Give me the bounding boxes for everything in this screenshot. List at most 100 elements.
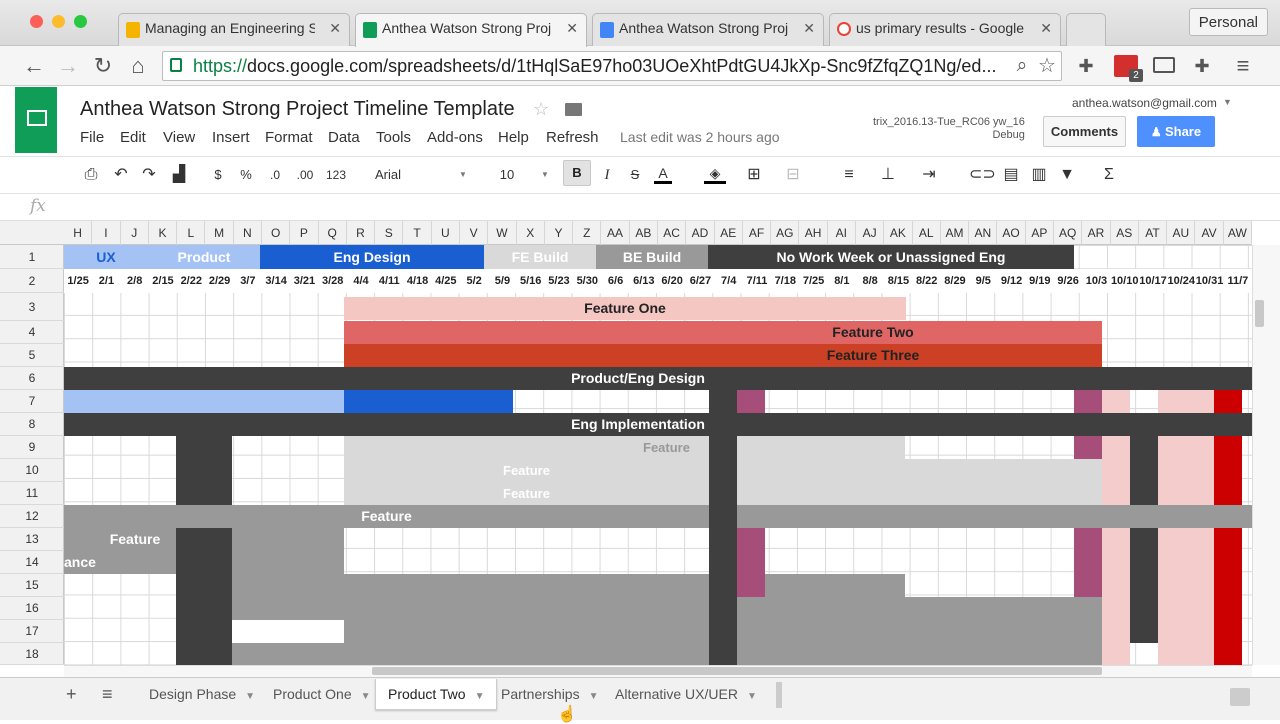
column-header-cell[interactable]: AN bbox=[969, 221, 998, 245]
column-header-cell[interactable]: AP bbox=[1026, 221, 1054, 245]
row-header-cell[interactable]: 17 bbox=[0, 620, 64, 643]
feature-bar-light[interactable]: Feature bbox=[344, 482, 709, 505]
row-header-cell[interactable]: 3 bbox=[0, 293, 64, 321]
column-header-cell[interactable]: H bbox=[64, 221, 93, 245]
row-header-cell[interactable]: 4 bbox=[0, 321, 64, 344]
row-header-cell[interactable]: 15 bbox=[0, 574, 64, 597]
feature-one-bar[interactable]: Feature One bbox=[344, 297, 906, 320]
date-label[interactable]: 2/15 bbox=[149, 270, 177, 292]
medium-gray-block[interactable] bbox=[232, 643, 344, 665]
date-label[interactable]: 1/25 bbox=[64, 270, 92, 292]
column-header-cell[interactable]: AD bbox=[686, 221, 715, 245]
account-email[interactable]: anthea.watson@gmail.com bbox=[1072, 96, 1217, 110]
browser-tab-active[interactable]: Anthea Watson Strong Proj ✕ bbox=[355, 13, 587, 47]
medium-gray-block[interactable] bbox=[737, 505, 1252, 528]
pink-column-block[interactable] bbox=[1158, 436, 1214, 665]
row7-purple-cell[interactable] bbox=[737, 390, 765, 413]
date-label[interactable]: 7/4 bbox=[715, 270, 743, 292]
row-header-cell[interactable]: 16 bbox=[0, 597, 64, 620]
menu-refresh[interactable]: Refresh bbox=[546, 129, 599, 146]
date-label[interactable]: 5/16 bbox=[517, 270, 545, 292]
column-header-cell[interactable]: V bbox=[460, 221, 489, 245]
column-header-cell[interactable]: J bbox=[121, 221, 149, 245]
column-header-cell[interactable]: AS bbox=[1111, 221, 1139, 245]
align-horizontal-icon[interactable]: ≡ bbox=[838, 164, 860, 186]
row7-pink-cell[interactable] bbox=[1158, 390, 1214, 413]
extension-puzzle-icon[interactable]: ✚ bbox=[1072, 52, 1100, 80]
close-tab-icon[interactable]: ✕ bbox=[566, 20, 578, 37]
vertical-scroll-thumb[interactable] bbox=[1255, 300, 1264, 327]
column-header-cell[interactable]: AH bbox=[799, 221, 828, 245]
column-header-cell[interactable]: AU bbox=[1167, 221, 1196, 245]
date-label[interactable]: 5/9 bbox=[488, 270, 516, 292]
cast-icon[interactable] bbox=[1153, 57, 1175, 73]
column-header-cell[interactable]: AK bbox=[884, 221, 913, 245]
close-tab-icon[interactable]: ✕ bbox=[329, 20, 341, 37]
column-header-cell[interactable]: T bbox=[403, 221, 432, 245]
dark-column-block[interactable] bbox=[1130, 436, 1158, 643]
date-label[interactable]: 10/24 bbox=[1167, 270, 1196, 292]
bold-button[interactable]: B bbox=[563, 160, 591, 186]
font-dropdown-icon[interactable]: ▼ bbox=[458, 164, 468, 186]
column-header-cell[interactable]: AA bbox=[601, 221, 630, 245]
menu-tools[interactable]: Tools bbox=[376, 129, 411, 146]
menu-insert[interactable]: Insert bbox=[212, 129, 250, 146]
medium-gray-block[interactable] bbox=[737, 597, 1102, 665]
horizontal-scroll-thumb[interactable] bbox=[372, 667, 1102, 675]
row7-product-block[interactable] bbox=[64, 390, 344, 413]
account-dropdown-icon[interactable]: ▼ bbox=[1223, 97, 1232, 107]
back-icon[interactable]: ← bbox=[20, 52, 48, 80]
row7-red-cell[interactable] bbox=[1214, 390, 1242, 413]
column-header-cell[interactable]: L bbox=[177, 221, 206, 245]
row-header-cell[interactable]: 1 bbox=[0, 245, 64, 269]
row7-eng-block[interactable] bbox=[344, 390, 513, 413]
date-label[interactable]: 3/28 bbox=[319, 270, 347, 292]
fill-color-icon[interactable]: ◈ bbox=[704, 164, 726, 184]
folder-icon[interactable] bbox=[565, 103, 582, 116]
date-label[interactable]: 6/6 bbox=[601, 270, 629, 292]
date-label[interactable]: 8/15 bbox=[884, 270, 912, 292]
star-icon[interactable]: ☆ bbox=[1033, 52, 1061, 80]
reload-icon[interactable]: ↻ bbox=[89, 52, 117, 80]
date-label[interactable]: 2/8 bbox=[121, 270, 149, 292]
pink-column-block[interactable] bbox=[1102, 436, 1130, 665]
maximize-window-icon[interactable] bbox=[74, 15, 87, 28]
medium-gray-block[interactable] bbox=[344, 620, 709, 665]
align-vertical-icon[interactable]: ⊥ bbox=[877, 164, 899, 186]
menu-view[interactable]: View bbox=[163, 129, 195, 146]
column-header-cell[interactable]: S bbox=[375, 221, 404, 245]
phase-no-work[interactable]: No Work Week or Unassigned Eng bbox=[708, 245, 1074, 269]
light-gray-block[interactable] bbox=[737, 482, 1102, 505]
medium-gray-block[interactable] bbox=[232, 574, 709, 597]
column-header-cell[interactable]: R bbox=[347, 221, 376, 245]
menu-edit[interactable]: Edit bbox=[120, 129, 146, 146]
comments-button[interactable]: Comments bbox=[1043, 116, 1126, 147]
date-label[interactable]: 4/4 bbox=[347, 270, 375, 292]
size-dropdown-icon[interactable]: ▼ bbox=[540, 164, 550, 186]
column-header-cell[interactable]: W bbox=[488, 221, 517, 245]
font-size-select[interactable]: 10 bbox=[497, 164, 517, 186]
text-color-button[interactable]: A bbox=[654, 164, 672, 184]
feature-bar-light[interactable]: Feature bbox=[344, 436, 709, 459]
spreadsheet-grid[interactable]: UX Product Eng Design FE Build BE Build … bbox=[64, 245, 1252, 665]
row-header-cell[interactable]: 18 bbox=[0, 643, 64, 665]
date-label[interactable]: 2/1 bbox=[92, 270, 120, 292]
row-header-cell[interactable]: 8 bbox=[0, 413, 64, 436]
row-header-cell[interactable]: 7 bbox=[0, 390, 64, 413]
column-header-cell[interactable]: M bbox=[205, 221, 234, 245]
purple-cell[interactable] bbox=[1074, 528, 1102, 597]
decrease-decimal-button[interactable]: .0 bbox=[263, 164, 287, 186]
comment-icon[interactable]: ▤ bbox=[1000, 164, 1022, 186]
last-edit-link[interactable]: Last edit was 2 hours ago bbox=[620, 129, 780, 145]
column-header-cell[interactable]: AM bbox=[941, 221, 970, 245]
date-label[interactable]: 10/17 bbox=[1139, 270, 1167, 292]
medium-gray-block[interactable] bbox=[232, 528, 344, 574]
column-header-cell[interactable]: O bbox=[262, 221, 291, 245]
column-header-cell[interactable]: AW bbox=[1224, 221, 1252, 245]
minimize-window-icon[interactable] bbox=[52, 15, 65, 28]
functions-button[interactable]: Σ bbox=[1099, 164, 1119, 186]
medium-gray-block[interactable] bbox=[765, 574, 905, 597]
date-label[interactable]: 7/11 bbox=[743, 270, 771, 292]
column-header-cell[interactable]: AJ bbox=[856, 221, 885, 245]
menu-format[interactable]: Format bbox=[265, 129, 313, 146]
